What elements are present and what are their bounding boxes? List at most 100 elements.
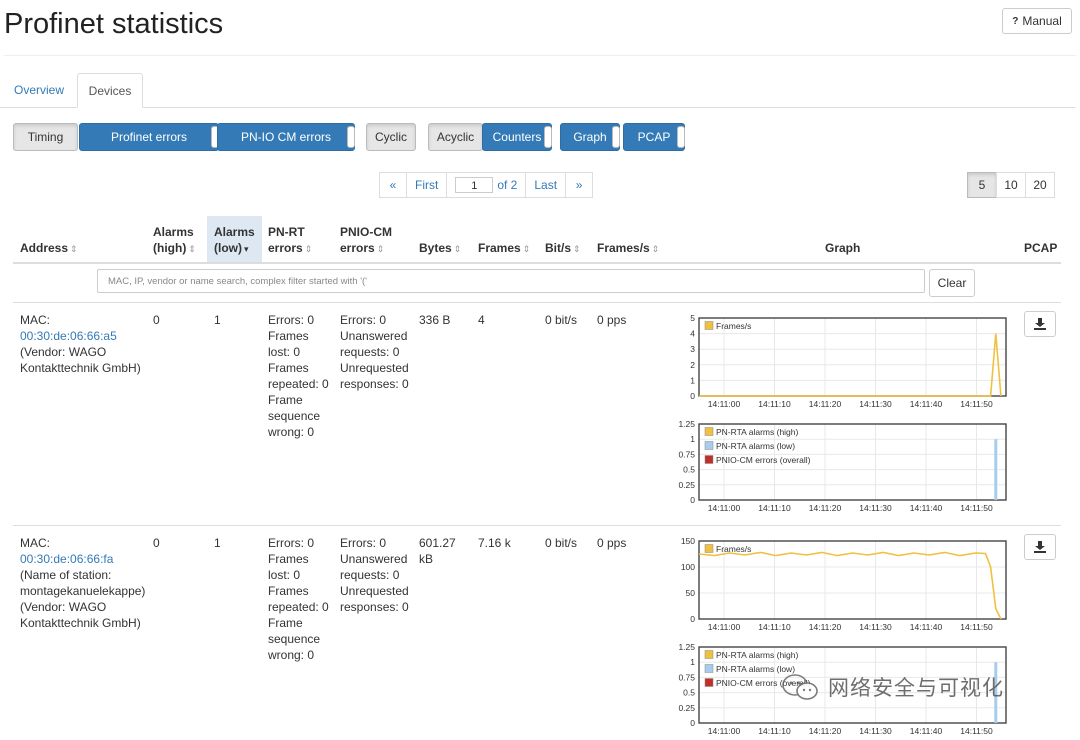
- page-size-20[interactable]: 20: [1025, 172, 1055, 198]
- clear-button[interactable]: Clear: [929, 269, 975, 297]
- col-graph: Graph: [825, 241, 861, 255]
- y-tick-label: 0.5: [683, 688, 695, 698]
- manual-button[interactable]: ? Manual: [1002, 8, 1072, 34]
- col-alarms-high[interactable]: Alarms (high) ⇕: [153, 224, 196, 257]
- col-frames-label: Frames: [478, 241, 521, 255]
- x-tick-label: 14:11:50: [960, 503, 993, 513]
- y-tick-label: 0: [690, 391, 695, 401]
- toggle-acyclic[interactable]: Acyclic: [428, 123, 483, 151]
- x-tick-label: 14:11:50: [960, 622, 993, 632]
- pnrt-line: Frame: [268, 616, 303, 630]
- device-name-line: montagekanuelekappe): [20, 584, 146, 598]
- manual-label: Manual: [1022, 14, 1062, 28]
- tab-devices[interactable]: Devices: [77, 73, 143, 108]
- pnrt-line: sequence: [268, 632, 321, 646]
- x-tick-label: 14:11:00: [708, 399, 741, 409]
- download-pcap-button[interactable]: [1024, 311, 1056, 337]
- mac-link[interactable]: 00:30:de:06:66:fa: [20, 551, 165, 567]
- tab-overview[interactable]: Overview: [2, 73, 76, 107]
- y-tick-label: 5: [690, 313, 695, 323]
- toggle-graph[interactable]: Graph: [560, 123, 620, 151]
- col-alarms-low[interactable]: Alarms (low) ▾: [214, 224, 255, 257]
- pagination-first[interactable]: First: [406, 172, 448, 198]
- y-tick-label: 1: [690, 375, 695, 385]
- toggle-counters-label: Counters: [492, 130, 542, 144]
- row-divider: [13, 302, 1061, 303]
- search-input[interactable]: MAC, IP, vendor or name search, complex …: [97, 269, 925, 293]
- y-tick-label: 2: [690, 360, 695, 370]
- col-pniocm-errors[interactable]: PNIO-CM errors ⇕: [340, 224, 392, 257]
- col-fps[interactable]: Frames/s ⇕: [597, 240, 659, 257]
- toggle-counters[interactable]: Counters: [482, 123, 552, 151]
- x-tick-label: 14:11:20: [809, 726, 842, 736]
- table-header-divider: [13, 262, 1061, 264]
- pniocm-line: Errors: 0: [340, 536, 387, 550]
- toggle-pnio-cm-errors[interactable]: PN-IO CM errors: [217, 123, 355, 151]
- toggle-indicator: [544, 126, 552, 148]
- pniocm-line: requests: 0: [340, 345, 400, 359]
- col-address[interactable]: Address ⇕: [20, 240, 78, 257]
- col-pnrt-errors[interactable]: PN-RT errors ⇕: [268, 224, 312, 257]
- pniocm-line: Unrequested: [340, 584, 409, 598]
- toggle-pcap[interactable]: PCAP: [623, 123, 685, 151]
- sort-icon: ⇕: [70, 244, 78, 254]
- bytes-value: 601.27 kB: [419, 535, 456, 567]
- x-tick-label: 14:11:30: [859, 503, 892, 513]
- y-tick-label: 0.5: [683, 465, 695, 475]
- y-tick-label: 0.75: [678, 672, 695, 682]
- row-divider: [13, 525, 1061, 526]
- legend-swatch: [704, 544, 714, 553]
- pniocm-line: Unanswered: [340, 552, 408, 566]
- x-tick-label: 14:11:00: [708, 622, 741, 632]
- x-tick-label: 14:11:00: [708, 726, 741, 736]
- sort-icon: ⇕: [651, 244, 660, 254]
- pagination-prev[interactable]: «: [379, 172, 407, 198]
- col-bytes[interactable]: Bytes ⇕: [419, 240, 461, 257]
- col-address-label: Address: [20, 241, 69, 255]
- mac-link[interactable]: 00:30:de:06:66:a5: [20, 328, 150, 344]
- wechat-logo-icon: [782, 674, 818, 700]
- x-tick-label: 14:11:30: [859, 726, 892, 736]
- toggle-profinet-errors[interactable]: Profinet errors: [79, 123, 219, 151]
- pniocm-line: requests: 0: [340, 568, 400, 582]
- toggle-timing[interactable]: Timing: [13, 123, 78, 151]
- page-size-10[interactable]: 10: [996, 172, 1026, 198]
- sort-icon: ⇕: [304, 244, 313, 254]
- x-tick-label: 14:11:50: [960, 399, 993, 409]
- page-number-input[interactable]: 1: [455, 177, 494, 193]
- page-size-5[interactable]: 5: [967, 172, 997, 198]
- x-tick-label: 14:11:20: [809, 503, 842, 513]
- pniocm-line: responses: 0: [340, 377, 409, 391]
- toggle-profinet-errors-label: Profinet errors: [110, 130, 188, 144]
- col-bits[interactable]: Bit/s ⇕: [545, 240, 581, 257]
- pnrt-line: Frame: [268, 393, 303, 407]
- col-frames[interactable]: Frames ⇕: [478, 240, 530, 257]
- download-icon: [1034, 318, 1046, 330]
- y-tick-label: 0: [690, 718, 695, 728]
- pagination-next[interactable]: »: [565, 172, 594, 198]
- legend-label: PNIO-CM errors (overall): [716, 455, 811, 465]
- pnrt-line: repeated: 0: [268, 600, 329, 614]
- download-pcap-button[interactable]: [1024, 534, 1056, 560]
- pnrt-line: lost: 0: [268, 568, 301, 582]
- col-pcap: PCAP: [1024, 241, 1058, 255]
- x-tick-label: 14:11:10: [758, 503, 791, 513]
- toggle-pcap-label: PCAP: [637, 130, 671, 144]
- pnrt-line: wrong: 0: [268, 648, 315, 662]
- col-pnrt-line1: PN-RT: [268, 225, 305, 239]
- legend-label: PN-RTA alarms (low): [716, 441, 795, 451]
- legend-label: Frames/s: [716, 544, 751, 554]
- col-alarms-high-line1: Alarms: [153, 225, 194, 239]
- x-tick-label: 14:11:40: [910, 503, 943, 513]
- pagination-last[interactable]: Last: [525, 172, 567, 198]
- series-line: [698, 551, 1002, 620]
- alarms-low-value: 1: [214, 313, 221, 327]
- page-title: Profinet statistics: [4, 8, 224, 40]
- x-tick-label: 14:11:30: [859, 622, 892, 632]
- toggle-indicator: [677, 126, 685, 148]
- toggle-cyclic[interactable]: Cyclic: [366, 123, 416, 151]
- sort-icon: ⇕: [188, 244, 196, 254]
- sort-icon: ⇕: [376, 244, 385, 254]
- bytes-line: kB: [419, 552, 434, 566]
- col-alarms-high-line2: (high): [153, 241, 187, 255]
